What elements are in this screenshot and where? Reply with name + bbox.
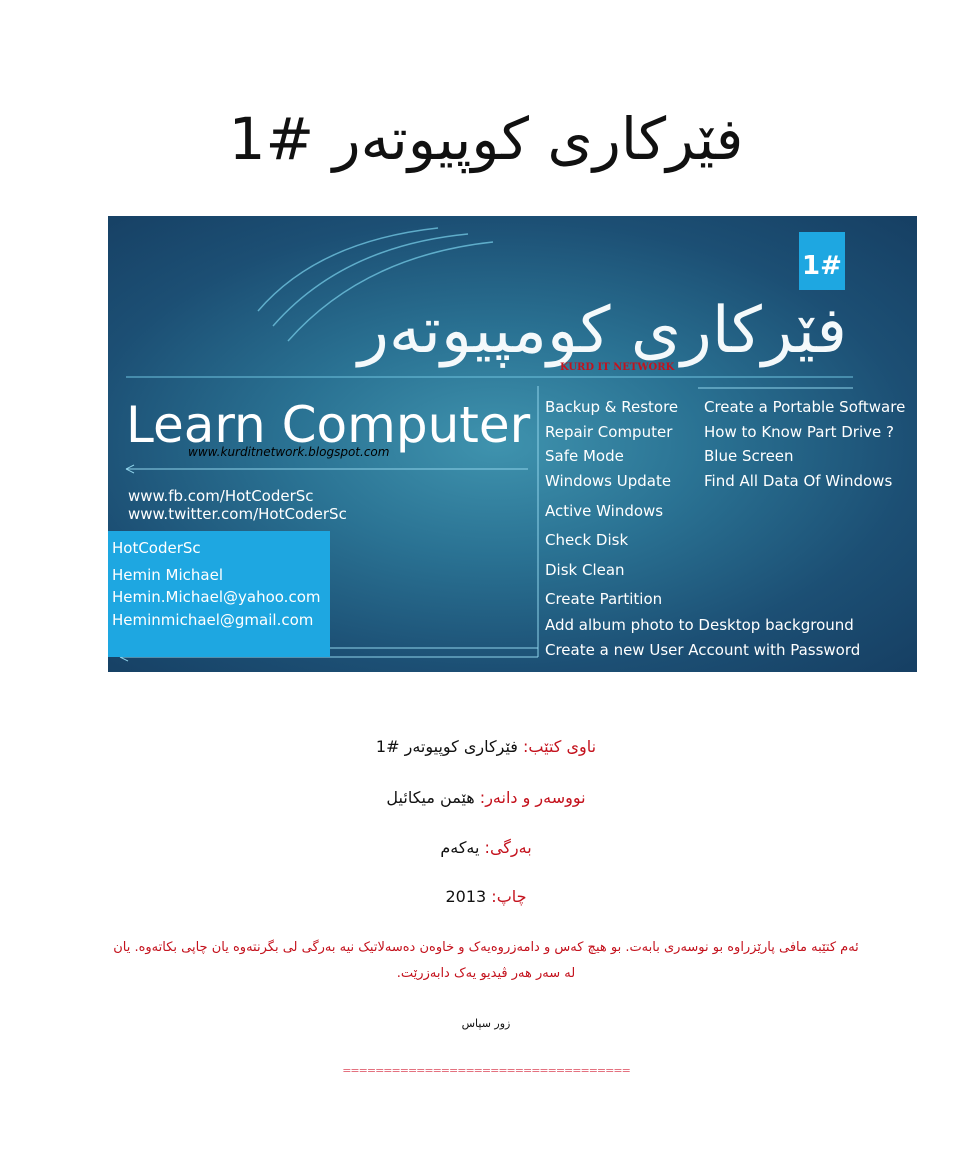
book-name-value: فێرکاری کوپیوتەر #1 <box>375 737 524 756</box>
topic-item: Add album photo to Desktop background <box>545 616 854 634</box>
topic-item: Windows Update <box>545 472 672 490</box>
twitter-url: www.twitter.com/HotCoderSc <box>128 505 347 523</box>
print-value: 2013 <box>445 887 492 906</box>
page-title: فێرکاری کوپیوتەر #1 <box>228 105 744 173</box>
topic-item: Backup & Restore <box>545 398 679 416</box>
author-label: نووسەر و دانەر: <box>479 788 586 807</box>
topic-item: Repair Computer <box>545 423 673 441</box>
issue-badge: 1# <box>799 232 845 290</box>
topic-item: Disk Clean <box>545 561 625 579</box>
copyright-line-2: لە سەر هەر ڤیدیو یەک دابەزرێت. <box>396 966 576 981</box>
contact-email-yahoo: Hemin.Michael@yahoo.com <box>112 588 321 606</box>
thanks-text: زور سپاس <box>461 1017 511 1030</box>
watermark-text: KURD IT NETWORK <box>560 362 675 373</box>
separator-rule: =================================== <box>342 1064 631 1077</box>
topic-item: Safe Mode <box>545 447 624 465</box>
contact-email-gmail: Heminmichael@gmail.com <box>112 611 314 629</box>
copyright-line-1: ئەم کتێبە مافی پارێزراوە بو نوسەری بابەت… <box>113 940 859 955</box>
topic-item: Create Partition <box>545 590 663 608</box>
edition-line: بەرگی: یەکەم <box>0 838 972 857</box>
book-name-line: ناوی کتێب: فێرکاری کوپیوتەر #1 <box>0 737 972 756</box>
topic-item: Blue Screen <box>704 447 794 465</box>
edition-value: یەکەم <box>440 838 485 857</box>
facebook-url: www.fb.com/HotCoderSc <box>128 487 314 505</box>
contact-box: HotCoderSc Hemin Michael Hemin.Michael@y… <box>108 531 330 657</box>
contact-name: Hemin Michael <box>112 566 224 584</box>
topic-item: Find All Data Of Windows <box>704 472 893 490</box>
topic-item: Create a new User Account with Password <box>545 641 861 659</box>
contact-handle: HotCoderSc <box>112 539 201 557</box>
copyright-note: ئەم کتێبە مافی پارێزراوە بو نوسەری بابەت… <box>110 935 862 987</box>
book-name-label: ناوی کتێب: <box>523 737 597 756</box>
author-line: نووسەر و دانەر: هێمن میکائیل <box>0 788 972 807</box>
cover-title: فێرکاری کومپیوتەر <box>357 294 847 368</box>
book-cover-image: 1# فێرکاری کومپیوتەر KURD IT NETWORK Lea… <box>108 216 917 672</box>
topic-item: Active Windows <box>545 502 664 520</box>
topic-item: How to Know Part Drive ? <box>704 423 894 441</box>
author-value: هێمن میکائیل <box>386 788 480 807</box>
topic-item: Create a Portable Software <box>704 398 906 416</box>
blog-url: www.kurditnetwork.blogspot.com <box>188 445 390 459</box>
print-line: چاپ: 2013 <box>0 887 972 906</box>
edition-label: بەرگی: <box>484 838 532 857</box>
print-label: چاپ: <box>491 887 527 906</box>
topic-item: Check Disk <box>545 531 629 549</box>
